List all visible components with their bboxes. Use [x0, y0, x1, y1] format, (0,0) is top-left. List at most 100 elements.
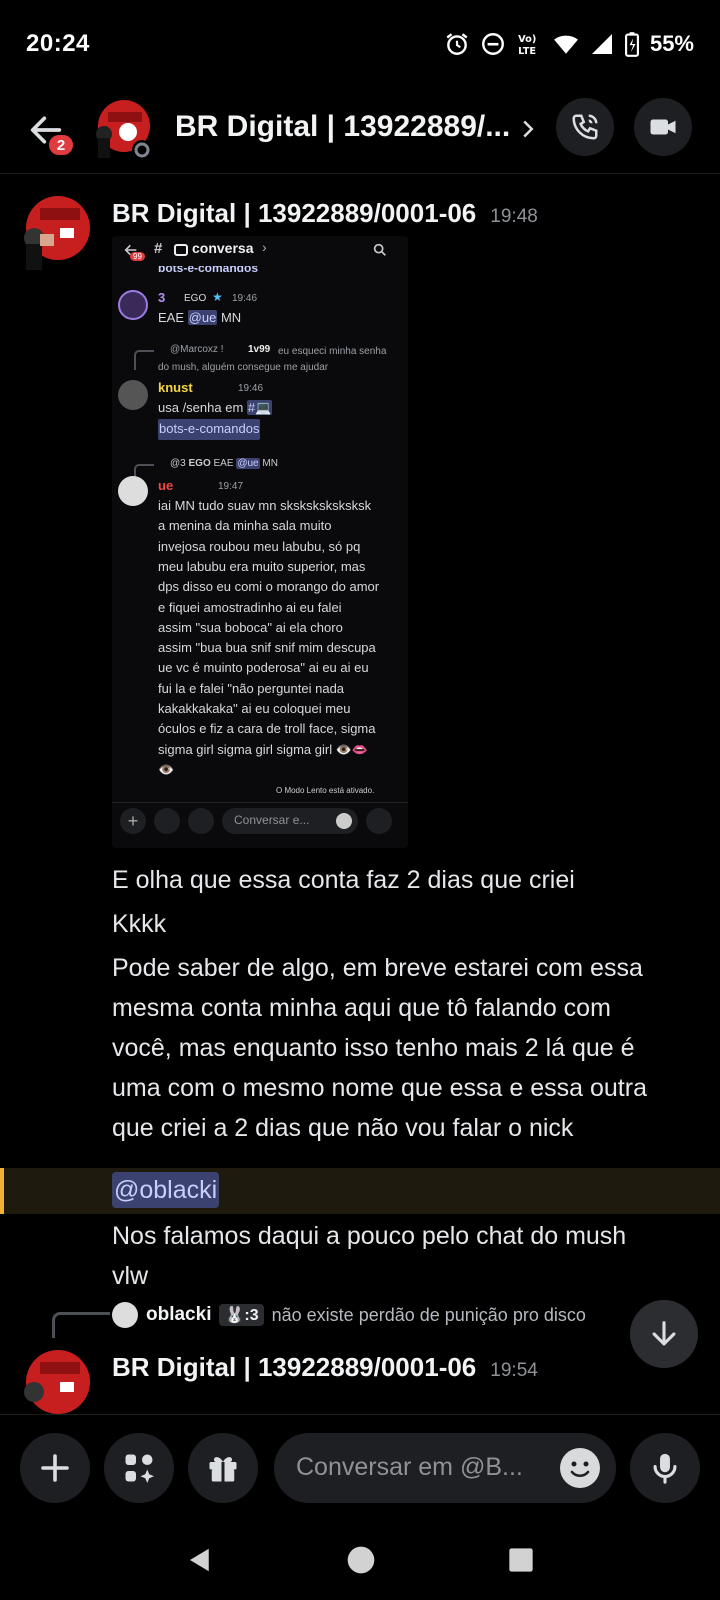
- message-author[interactable]: BR Digital | 13922889/0001-06: [112, 1352, 476, 1383]
- signal-icon: [591, 34, 612, 54]
- embed-tag: EGO: [184, 293, 207, 304]
- embed-badge: 99: [130, 252, 145, 261]
- reply-preview[interactable]: oblacki 🐰:3 não existe perdão de punição…: [112, 1302, 586, 1328]
- avatar[interactable]: [14, 1348, 92, 1414]
- mention-highlight-bar: [0, 1168, 4, 1214]
- message-text: Pode saber de algo, em breve estarei com…: [112, 948, 702, 1148]
- reply-text: não existe perdão de punição pro disco: [271, 1304, 586, 1325]
- text-line: assim "bua bua snif snif mim descupa: [158, 640, 376, 656]
- message-text: Kkkk: [112, 910, 167, 938]
- emoji-icon: [336, 813, 352, 829]
- dnd-icon: [482, 33, 504, 55]
- text-line: dps disso eu comi o morango do amor: [158, 579, 380, 595]
- gift-icon: [188, 808, 214, 834]
- alarm-icon: [446, 33, 468, 55]
- home-circle-icon[interactable]: [345, 1544, 377, 1576]
- battery-icon: [624, 32, 639, 57]
- message-timestamp: 19:54: [490, 1360, 538, 1381]
- avatar: [118, 476, 148, 506]
- message-header: BR Digital | 13922889/0001-06 19:54: [112, 1352, 538, 1383]
- voice-message-button[interactable]: [630, 1433, 700, 1503]
- star-icon: ★: [212, 290, 223, 304]
- message-list[interactable]: BR Digital | 13922889/0001-06 19:48 99 #…: [0, 176, 720, 1414]
- attached-screenshot[interactable]: 99 # conversa › bots-e-comandos 3 EGO ★ …: [112, 236, 408, 848]
- hash-icon: #: [154, 240, 163, 257]
- message-input-placeholder: Conversar em @B...: [296, 1453, 523, 1481]
- add-attachment-button[interactable]: [20, 1433, 90, 1503]
- text-line: que criei a 2 dias que não vou falar o n…: [112, 1114, 574, 1142]
- chat-header: 2 BR Digital | 13922889/...: [0, 88, 720, 174]
- gift-icon: [209, 1457, 237, 1482]
- wifi-icon: [554, 35, 578, 54]
- text-line: a menina da minha sala muito: [158, 518, 332, 534]
- message-composer: Conversar em @B...: [0, 1414, 720, 1520]
- text-line: 👁️: [158, 761, 175, 777]
- embed-time: 19:46: [232, 293, 258, 304]
- plus-icon: +: [120, 808, 146, 834]
- text-line: você, mas enquanto isso tenho mais 2 lá …: [112, 1034, 635, 1062]
- embed-reply-preview: @3 EGO EAE @ue MN: [170, 458, 278, 469]
- reply-tag: 🐰:3: [219, 1304, 264, 1326]
- embed-author: 3: [158, 290, 166, 305]
- text-line: e fiquei amostradinho ai eu falei: [158, 599, 342, 615]
- embed-header: 99 # conversa ›: [112, 236, 408, 266]
- emoji-icon[interactable]: [560, 1448, 600, 1488]
- search-icon: [373, 243, 386, 256]
- call-button[interactable]: [556, 98, 614, 156]
- text-line: iai MN tudo suav mn sksksksksksksk: [158, 498, 372, 513]
- embed-text: usa /senha em #💻: [158, 400, 273, 415]
- avatar[interactable]: [14, 194, 92, 272]
- highlighted-mention-message: @oblacki: [0, 1168, 720, 1214]
- text-line: Pode saber de algo, em breve estarei com…: [112, 954, 643, 982]
- gift-button[interactable]: [188, 1433, 258, 1503]
- volte-icon: Vo)LTE: [518, 34, 536, 57]
- status-icons: Vo) LTE 55%: [444, 31, 694, 57]
- embed-author: knust: [158, 380, 193, 395]
- text-line: mesma conta minha aqui que tô falando co…: [112, 994, 611, 1022]
- svg-text:LTE: LTE: [518, 46, 536, 57]
- embed-channel-name: conversa: [192, 240, 254, 256]
- phone-icon: [572, 114, 598, 140]
- chevron-right-icon[interactable]: [518, 114, 538, 144]
- text-line: óculos e fiz a cara de troll face, sigma: [158, 721, 376, 737]
- user-mention[interactable]: @oblacki: [112, 1172, 220, 1208]
- apps-icon: [125, 1454, 154, 1483]
- reply-author: oblacki: [146, 1304, 212, 1325]
- message-text: E olha que essa conta faz 2 dias que cri…: [112, 866, 575, 894]
- recents-square-icon[interactable]: [507, 1546, 535, 1574]
- mic-icon: [653, 1453, 677, 1484]
- text-line: vlw: [112, 1262, 149, 1290]
- svg-text:Vo): Vo): [518, 34, 536, 45]
- embed-author: ue: [158, 478, 174, 493]
- text-line: invejosa roubou meu labubu, só pq: [158, 538, 361, 554]
- unread-badge: 2: [46, 132, 76, 158]
- jump-to-present-button[interactable]: [630, 1300, 698, 1368]
- apps-button[interactable]: [104, 1433, 174, 1503]
- embed-text: EAE @ue MN: [158, 310, 242, 325]
- text-line: ue vc é muinto poderosa" ai eu ai eu: [158, 660, 369, 676]
- message-timestamp: 19:48: [490, 206, 538, 227]
- message-author[interactable]: BR Digital | 13922889/0001-06: [112, 198, 476, 229]
- battery-percent: 55%: [649, 31, 694, 56]
- embed-reply-text: eu esqueci minha senha do mush, alguém c…: [158, 346, 387, 373]
- message-header: BR Digital | 13922889/0001-06 19:48: [112, 198, 538, 229]
- embed-slow-mode: O Modo Lento está ativado.: [276, 786, 375, 795]
- embed-time: 19:47: [218, 481, 244, 492]
- text-line: uma com o mesmo nome que essa e essa out…: [112, 1074, 647, 1102]
- back-triangle-icon[interactable]: [185, 1543, 215, 1577]
- embed-channel-link: bots-e-comandos: [158, 419, 261, 440]
- video-call-button[interactable]: [634, 98, 692, 156]
- system-navbar: [0, 1520, 720, 1600]
- header-title[interactable]: BR Digital | 13922889/...: [175, 110, 510, 144]
- text-line: meu labubu era muito superior, mas: [158, 558, 366, 574]
- chevron-right-icon: ›: [262, 239, 267, 255]
- message-text: Nos falamos daqui a pouco pelo chat do m…: [112, 1216, 702, 1296]
- video-icon: [650, 119, 676, 135]
- apps-icon: [154, 808, 180, 834]
- status-time: 20:24: [26, 30, 90, 57]
- avatar[interactable]: [90, 98, 154, 162]
- status-bar: 20:24 Vo) LTE 55%: [0, 0, 720, 88]
- embed-time: 19:46: [238, 383, 264, 394]
- message-input[interactable]: Conversar em @B...: [274, 1433, 616, 1503]
- avatar: [118, 380, 148, 410]
